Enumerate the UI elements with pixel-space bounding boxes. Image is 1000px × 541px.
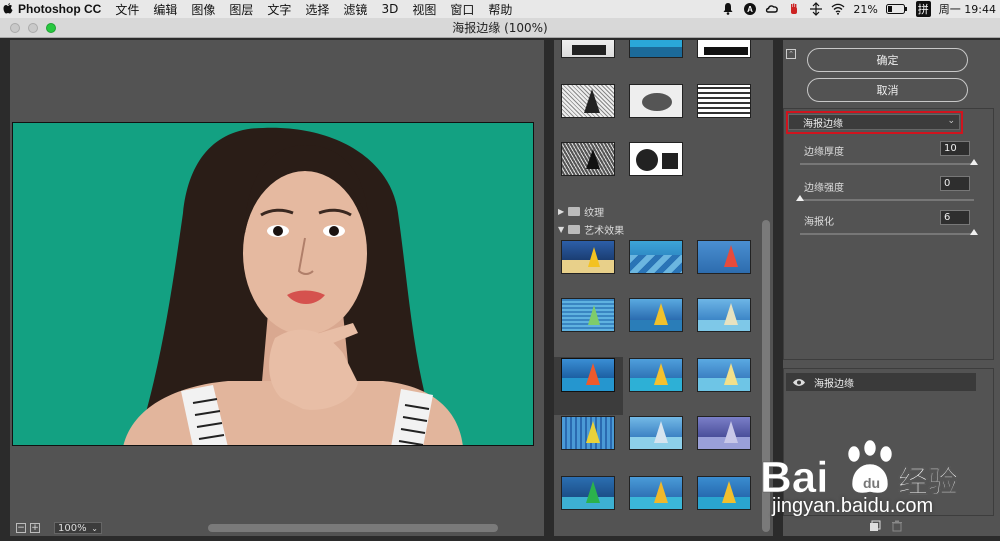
network-icon[interactable] [809, 2, 823, 16]
filter-thumb-dry-brush[interactable] [697, 240, 751, 274]
menu-window[interactable]: 窗口 [450, 1, 474, 18]
cancel-button[interactable]: 取消 [807, 78, 968, 102]
hand-icon[interactable] [787, 2, 801, 16]
filter-thumb-smudge-stick[interactable] [697, 416, 751, 450]
preview-photo[interactable] [12, 122, 534, 446]
highlight-box [786, 111, 963, 134]
filter-thumb-film-grain[interactable] [561, 298, 615, 332]
battery-icon[interactable] [885, 3, 908, 15]
caret-right-icon: ▶ [558, 206, 565, 216]
edge-thickness-slider[interactable] [800, 159, 978, 165]
effect-layer-name: 海报边缘 [814, 378, 854, 390]
trash-icon[interactable] [891, 520, 903, 532]
filter-thumb[interactable] [629, 142, 683, 176]
new-effect-layer-icon[interactable] [869, 520, 881, 532]
maximize-button[interactable] [46, 23, 56, 33]
menu-view[interactable]: 视图 [412, 1, 436, 18]
filter-thumb[interactable] [561, 40, 615, 58]
zoom-value: 100% [58, 522, 87, 534]
posterization-slider[interactable] [800, 229, 978, 235]
filter-thumb-colored-pencil[interactable] [561, 240, 615, 274]
filter-thumb-poster-edges[interactable] [561, 358, 615, 392]
menu-help[interactable]: 帮助 [488, 1, 512, 18]
menu-3d[interactable]: 3D [381, 2, 398, 16]
zoom-bar: − + 100% ⌄ [10, 520, 544, 536]
window-controls [10, 23, 64, 33]
filter-thumb-rough-pastels[interactable] [629, 416, 683, 450]
filter-thumb-watercolor[interactable] [697, 476, 751, 510]
filter-thumb-underpainting[interactable] [629, 476, 683, 510]
app-menu[interactable]: Photoshop CC [18, 2, 101, 16]
minimize-button[interactable] [28, 23, 38, 33]
category-label: 艺术效果 [584, 225, 625, 237]
filter-thumb-palette-knife[interactable] [629, 358, 683, 392]
edge-thickness-label: 边缘厚度 [804, 147, 844, 158]
watermark-url: jingyan.baidu.com [772, 495, 934, 517]
menu-file[interactable]: 文件 [115, 1, 139, 18]
zoom-dropdown[interactable]: 100% ⌄ [54, 522, 102, 534]
status-area: A 21% 拼 周一 19:44 [713, 0, 996, 18]
window-title: 海报边缘 (100%) [452, 21, 548, 35]
posterization-label: 海报化 [804, 217, 834, 228]
ok-button[interactable]: 确定 [807, 48, 968, 72]
battery-percent: 21% [853, 2, 878, 16]
effect-layer-row[interactable]: 海报边缘 [786, 373, 976, 391]
menu-edit[interactable]: 编辑 [153, 1, 177, 18]
edge-intensity-label: 边缘强度 [804, 183, 844, 194]
eye-icon[interactable] [792, 378, 806, 387]
svg-text:du: du [863, 475, 880, 491]
filter-thumb[interactable] [561, 84, 615, 118]
filter-thumb-sponge[interactable] [561, 476, 615, 510]
filter-thumb[interactable] [697, 40, 751, 58]
edge-intensity-input[interactable]: 0 [940, 176, 970, 191]
category-artistic[interactable]: ▼ 艺术效果 [558, 222, 625, 237]
creative-cloud-icon[interactable] [765, 2, 779, 16]
filter-thumb[interactable] [697, 84, 751, 118]
caret-down-icon: ▼ [558, 224, 565, 234]
filter-gallery: ▶ 纹理 ▼ 艺术效果 [554, 40, 773, 536]
svg-text:A: A [747, 5, 753, 14]
filter-thumb[interactable] [629, 40, 683, 58]
close-button[interactable] [10, 23, 20, 33]
filter-thumb-plastic-wrap[interactable] [561, 416, 615, 450]
zoom-out-button[interactable]: − [16, 523, 26, 533]
posterization-input[interactable]: 6 [940, 210, 970, 225]
adobe-a-icon[interactable]: A [743, 2, 757, 16]
slider-knob[interactable] [970, 229, 978, 235]
zoom-in-button[interactable]: + [30, 523, 40, 533]
portrait-image [13, 123, 533, 445]
wifi-icon[interactable] [831, 2, 845, 16]
edge-intensity-slider[interactable] [796, 195, 974, 201]
menu-filter[interactable]: 滤镜 [343, 1, 367, 18]
menu-image[interactable]: 图像 [191, 1, 215, 18]
input-method-indicator[interactable]: 拼 [915, 1, 931, 17]
horizontal-scrollbar[interactable] [208, 524, 498, 532]
filter-thumb-paint-daubs[interactable] [697, 358, 751, 392]
filter-thumb-cutout[interactable] [629, 240, 683, 274]
filter-thumb[interactable] [629, 84, 683, 118]
folder-icon [568, 224, 581, 234]
filter-thumb-neon-glow[interactable] [697, 298, 751, 332]
window-titlebar: 海报边缘 (100%) [0, 18, 1000, 38]
filter-thumb-fresco[interactable] [629, 298, 683, 332]
slider-knob[interactable] [796, 195, 804, 201]
category-texture[interactable]: ▶ 纹理 [558, 204, 605, 219]
slider-knob[interactable] [970, 159, 978, 165]
menu-type[interactable]: 文字 [267, 1, 291, 18]
apple-icon[interactable] [2, 3, 14, 15]
filter-options: 海报边缘 ⌄ 边缘厚度 10 边缘强度 0 海报化 6 [783, 108, 994, 360]
menu-select[interactable]: 选择 [305, 1, 329, 18]
menu-layer[interactable]: 图层 [229, 1, 253, 18]
edge-thickness-input[interactable]: 10 [940, 141, 970, 156]
notification-bell-icon[interactable] [721, 2, 735, 16]
collapse-gallery-icon[interactable]: ⌃ [786, 49, 796, 59]
clock[interactable]: 周一 19:44 [939, 1, 996, 17]
category-label: 纹理 [584, 207, 605, 219]
chevron-down-icon: ⌄ [91, 523, 98, 533]
folder-icon [568, 206, 581, 216]
menu-bar: Photoshop CC 文件 编辑 图像 图层 文字 选择 滤镜 3D 视图 … [0, 0, 1000, 18]
filter-thumb[interactable] [561, 142, 615, 176]
